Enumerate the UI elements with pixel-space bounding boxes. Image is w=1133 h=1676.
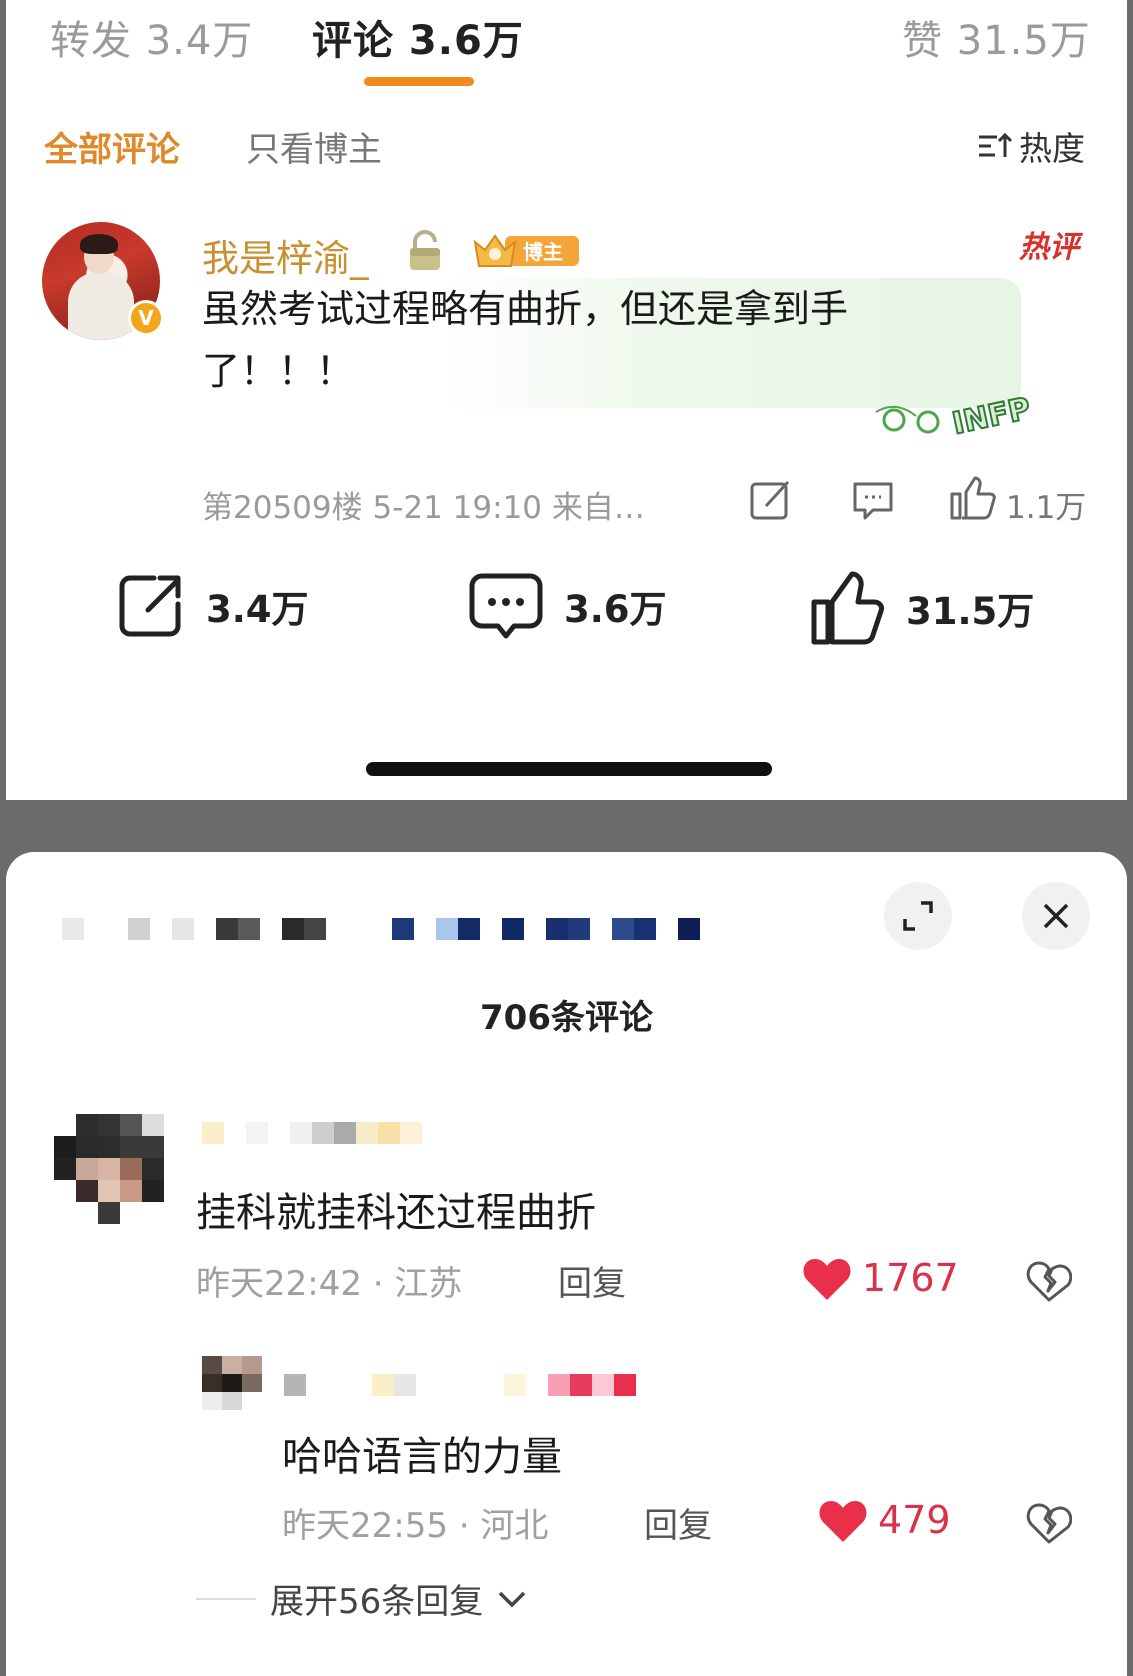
sticker-text: INFP — [949, 391, 1033, 442]
like-count: 31.5万 — [906, 590, 1035, 633]
expand-button[interactable] — [884, 882, 952, 950]
sort-icon — [979, 132, 1013, 157]
blogger-badge-label: 博主 — [523, 240, 563, 264]
reply-meta: 昨天22:55 · 河北 — [282, 1506, 549, 1546]
comment-meta: 第20509楼 5-21 19:10 来自… — [202, 490, 645, 526]
comment-text: 挂科就挂科还过程曲折 — [196, 1190, 596, 1236]
tab-comments[interactable]: 评论 3.6万 — [312, 8, 524, 66]
chevron-down-icon — [499, 1591, 526, 1607]
close-button[interactable] — [1022, 882, 1090, 950]
thumbs-up-icon — [811, 571, 884, 645]
comment-count: 3.6万 — [564, 588, 667, 631]
like-button[interactable]: 31.5万 — [810, 570, 1034, 646]
active-tab-indicator — [364, 77, 474, 86]
heart-icon[interactable] — [818, 1498, 868, 1544]
avatar[interactable] — [54, 1114, 164, 1224]
reply-button[interactable]: 回复 — [644, 1498, 712, 1547]
comment-like-count: 1767 — [862, 1256, 959, 1300]
douyin-comment-sheet: 706条评论 挂科就挂科还过程曲折 昨天22:42 · 江苏 回复 1767 哈… — [6, 852, 1127, 1676]
post-action-bar: 3.4万 3.6万 31.5万 — [6, 570, 1127, 660]
comment-meta: 昨天22:42 · 江苏 — [196, 1264, 463, 1304]
comment-text: 虽然考试过程略有曲折，但还是拿到手了！！！ — [202, 287, 849, 393]
reply-comment-icon[interactable] — [851, 478, 895, 522]
verified-icon: V — [128, 300, 164, 336]
reply-button[interactable]: 回复 — [558, 1256, 626, 1305]
heart-icon[interactable] — [802, 1256, 852, 1302]
reply-like-count: 479 — [878, 1498, 951, 1542]
filter-all-comments[interactable]: 全部评论 — [44, 122, 180, 171]
censored-username — [284, 1374, 636, 1396]
sort-button[interactable]: 热度 — [977, 122, 1085, 170]
repost-comment-icon[interactable] — [748, 478, 792, 522]
divider — [196, 1597, 256, 1600]
censored-title — [62, 918, 700, 940]
comment-like-count: 1.1万 — [1006, 490, 1087, 526]
close-icon — [1043, 903, 1069, 929]
comment-icon — [469, 573, 543, 639]
share-button[interactable]: 3.4万 — [114, 570, 309, 642]
thumbs-up-icon[interactable] — [948, 474, 996, 522]
broken-heart-icon[interactable] — [1026, 1258, 1072, 1304]
weibo-comment-screen: 转发 3.4万 评论 3.6万 赞 31.5万 全部评论 只看博主 热度 V 我… — [6, 0, 1127, 800]
filter-blogger-only[interactable]: 只看博主 — [246, 122, 382, 171]
broken-heart-icon[interactable] — [1026, 1500, 1072, 1546]
expand-replies-button[interactable]: 展开56条回复 — [196, 1574, 527, 1623]
tab-reposts[interactable]: 转发 3.4万 — [50, 8, 253, 66]
expand-replies-label: 展开56条回复 — [270, 1582, 484, 1622]
post-tabs: 转发 3.4万 评论 3.6万 赞 31.5万 — [6, 0, 1127, 90]
reply-text: 哈哈语言的力量 — [282, 1434, 562, 1480]
expand-icon — [903, 901, 933, 931]
censored-username — [202, 1122, 422, 1144]
share-count: 3.4万 — [206, 588, 309, 631]
avatar[interactable] — [202, 1356, 262, 1410]
unlock-icon — [410, 230, 440, 270]
share-icon — [119, 575, 181, 637]
comment-button[interactable]: 3.6万 — [468, 570, 667, 642]
comment-count-title: 706条评论 — [480, 998, 653, 1038]
tab-likes[interactable]: 赞 31.5万 — [902, 8, 1091, 66]
comment-username[interactable]: 我是梓渝_ — [202, 228, 369, 282]
sort-label: 热度 — [1019, 129, 1085, 168]
infp-sticker: INFP — [875, 390, 1035, 442]
hot-comment: V 我是梓渝_ 博主 热评 虽然考试过程略有曲折，但还是拿到手了！！！ INFP… — [6, 220, 1127, 526]
hot-comment-tag: 热评 — [1019, 230, 1079, 265]
blogger-crown-icon: 博主 — [473, 234, 579, 267]
comment-filter-row: 全部评论 只看博主 热度 — [6, 122, 1127, 172]
home-indicator — [366, 762, 772, 776]
